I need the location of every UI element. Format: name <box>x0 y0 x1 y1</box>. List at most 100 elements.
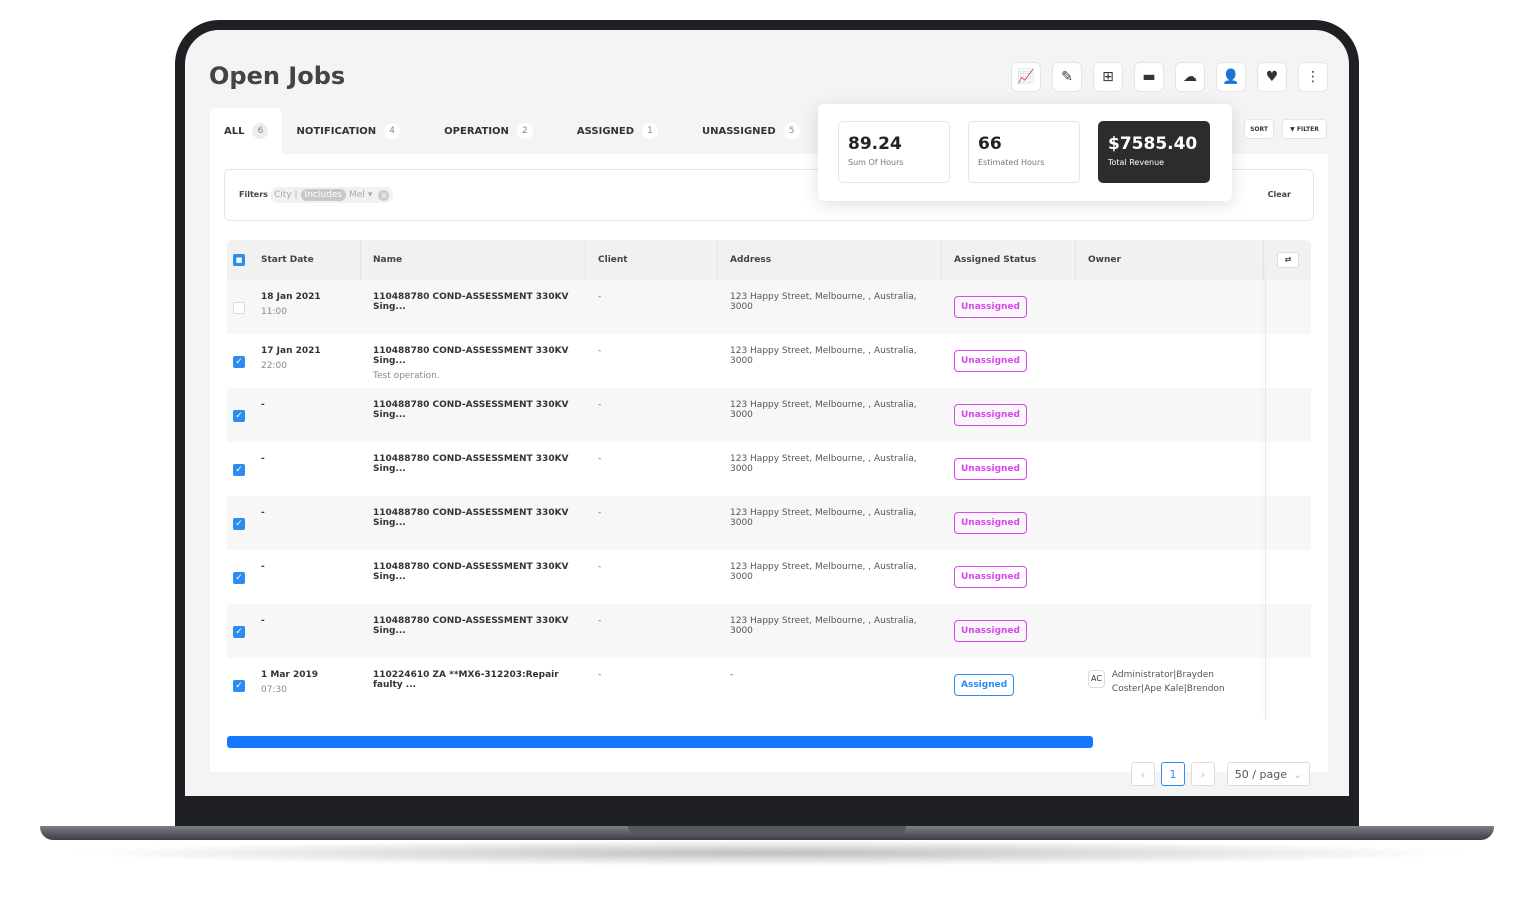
job-name[interactable]: 110488780 COND-ASSESSMENT 330KV Sing... <box>373 400 574 420</box>
cell-assigned-status: Unassigned <box>942 388 1076 442</box>
table-row[interactable]: ✓ 17 Jan 2021 22:00 110488780 COND-ASSESSME… <box>227 334 1311 388</box>
cell-address: 123 Happy Street, Melbourne, , Australia… <box>718 442 942 496</box>
cloud-upload-button[interactable]: ☁ <box>1175 62 1205 92</box>
row-checkbox[interactable]: ✓ <box>233 356 245 368</box>
folder-add-button[interactable]: ⊞ <box>1093 62 1123 92</box>
page-title: Open Jobs <box>209 62 346 90</box>
cell-assigned-status: Unassigned <box>942 442 1076 496</box>
heart-icon: ♥ <box>1265 69 1279 85</box>
cell-name: 110488780 COND-ASSESSMENT 330KV Sing... <box>361 280 586 334</box>
tab-assigned[interactable]: ASSIGNED 1 <box>563 108 672 154</box>
cell-assigned-status: Unassigned <box>942 604 1076 658</box>
clear-filters-button[interactable]: Clear <box>1268 190 1291 199</box>
column-header-address[interactable]: Address <box>718 240 942 280</box>
row-checkbox[interactable] <box>233 302 245 314</box>
folder-remove-button[interactable]: ▬ <box>1134 62 1164 92</box>
table-row[interactable]: ✓ - 110488780 COND-ASSESSMENT 330KV Sing..… <box>227 550 1311 604</box>
cell-name: 110488780 COND-ASSESSMENT 330KV Sing... <box>361 496 586 550</box>
cell-start-date: - <box>249 388 361 442</box>
column-header-owner[interactable]: Owner <box>1076 240 1264 280</box>
row-checkbox[interactable]: ✓ <box>233 680 245 692</box>
fixed-column-divider <box>1265 268 1266 720</box>
cell-client: - <box>586 334 718 388</box>
cell-start-date: 1 Mar 2019 07:30 <box>249 658 361 712</box>
tab-label: NOTIFICATION <box>296 125 377 137</box>
select-all-checkbox[interactable]: ■ <box>233 254 245 266</box>
table-row[interactable]: 18 Jan 2021 11:00 110488780 COND-ASSESSMEN… <box>227 280 1311 334</box>
table-row[interactable]: ✓ 1 Mar 2019 07:30 110224610 ZA **MX6-31220… <box>227 658 1311 712</box>
cell-client: - <box>586 442 718 496</box>
status-badge: Unassigned <box>954 458 1027 480</box>
page-1-button[interactable]: 1 <box>1161 762 1185 786</box>
sort-button[interactable]: SORT <box>1244 119 1274 139</box>
tab-label: UNASSIGNED <box>702 125 776 137</box>
filter-button[interactable]: ▼ FILTER <box>1282 119 1327 139</box>
tab-label: ALL <box>224 125 245 137</box>
client: - <box>598 562 602 572</box>
cell-client: - <box>586 388 718 442</box>
stat-value: $7585.40 <box>1108 134 1198 154</box>
tab-label: ASSIGNED <box>576 125 635 137</box>
row-checkbox[interactable]: ✓ <box>233 464 245 476</box>
cell-name: 110224610 ZA **MX6-312203:Repair faulty … <box>361 658 586 712</box>
remove-filter-icon[interactable]: × <box>378 189 390 201</box>
column-settings-button[interactable]: ⇄ <box>1277 252 1299 268</box>
job-name[interactable]: 110488780 COND-ASSESSMENT 330KV Sing... <box>373 346 574 366</box>
horizontal-scrollbar[interactable] <box>227 736 1093 748</box>
cell-owner <box>1076 496 1254 550</box>
tab-notification[interactable]: NOTIFICATION 4 <box>282 108 414 154</box>
column-header-start-date[interactable]: Start Date <box>249 240 361 280</box>
chart-button[interactable]: 📈 <box>1011 62 1041 92</box>
start-date: 18 Jan 2021 <box>261 292 321 302</box>
job-description: Test operation. <box>373 371 440 381</box>
table-row[interactable]: ✓ - 110488780 COND-ASSESSMENT 330KV Sing..… <box>227 388 1311 442</box>
more-button[interactable]: ⋮ <box>1298 62 1328 92</box>
job-name[interactable]: 110488780 COND-ASSESSMENT 330KV Sing... <box>373 616 574 636</box>
cell-assigned-status: Unassigned <box>942 550 1076 604</box>
folder-remove-icon: ▬ <box>1142 69 1156 85</box>
edit-list-button[interactable]: ✎ <box>1052 62 1082 92</box>
client: - <box>598 670 602 680</box>
cell-client: - <box>586 496 718 550</box>
row-checkbox[interactable]: ✓ <box>233 572 245 584</box>
user-button[interactable]: 👤 <box>1216 62 1246 92</box>
row-checkbox[interactable]: ✓ <box>233 626 245 638</box>
column-header-name[interactable]: Name <box>361 240 586 280</box>
tab-count-badge: 6 <box>252 123 269 139</box>
page-size-select[interactable]: 50 / page ⌄ <box>1227 762 1310 786</box>
table-row[interactable]: ✓ - 110488780 COND-ASSESSMENT 330KV Sing..… <box>227 442 1311 496</box>
row-checkbox[interactable]: ✓ <box>233 518 245 530</box>
job-name[interactable]: 110488780 COND-ASSESSMENT 330KV Sing... <box>373 562 574 582</box>
row-checkbox[interactable]: ✓ <box>233 410 245 422</box>
column-header-client[interactable]: Client <box>586 240 718 280</box>
stat-label: Sum Of Hours <box>848 158 904 167</box>
table-row[interactable]: ✓ - 110488780 COND-ASSESSMENT 330KV Sing..… <box>227 604 1311 658</box>
avatar: AC <box>1088 670 1105 688</box>
laptop-notch <box>628 826 906 836</box>
table-row[interactable]: ✓ - 110488780 COND-ASSESSMENT 330KV Sing..… <box>227 496 1311 550</box>
table-header: ■ Start Date Name Client Address Assigned Sta… <box>227 240 1311 280</box>
prev-page-button[interactable]: ‹ <box>1131 762 1155 786</box>
start-time: 11:00 <box>261 307 287 317</box>
column-header-assigned-status[interactable]: Assigned Status <box>942 240 1076 280</box>
tab-operation[interactable]: OPERATION 2 <box>430 108 547 154</box>
cell-address: 123 Happy Street, Melbourne, , Australia… <box>718 280 942 334</box>
tab-unassigned[interactable]: UNASSIGNED 5 <box>688 108 814 154</box>
stat-card-sum-of-hours: 89.24 Sum Of Hours <box>838 121 950 183</box>
start-date: 17 Jan 2021 <box>261 346 321 356</box>
tab-count-badge: 2 <box>516 123 533 139</box>
edit-list-icon: ✎ <box>1061 69 1073 85</box>
cell-address: 123 Happy Street, Melbourne, , Australia… <box>718 388 942 442</box>
job-name[interactable]: 110488780 COND-ASSESSMENT 330KV Sing... <box>373 454 574 474</box>
cell-assigned-status: Assigned <box>942 658 1076 712</box>
address: 123 Happy Street, Melbourne, , Australia… <box>730 508 917 528</box>
status-badge: Unassigned <box>954 512 1027 534</box>
job-name[interactable]: 110224610 ZA **MX6-312203:Repair faulty … <box>373 670 574 690</box>
next-page-button[interactable]: › <box>1191 762 1215 786</box>
job-name[interactable]: 110488780 COND-ASSESSMENT 330KV Sing... <box>373 508 574 528</box>
job-name[interactable]: 110488780 COND-ASSESSMENT 330KV Sing... <box>373 292 574 312</box>
heart-button[interactable]: ♥ <box>1257 62 1287 92</box>
tab-all[interactable]: ALL 6 <box>210 108 283 154</box>
filter-chip[interactable]: City | Includes Mel ▾ × <box>270 187 394 203</box>
cell-address: 123 Happy Street, Melbourne, , Australia… <box>718 334 942 388</box>
